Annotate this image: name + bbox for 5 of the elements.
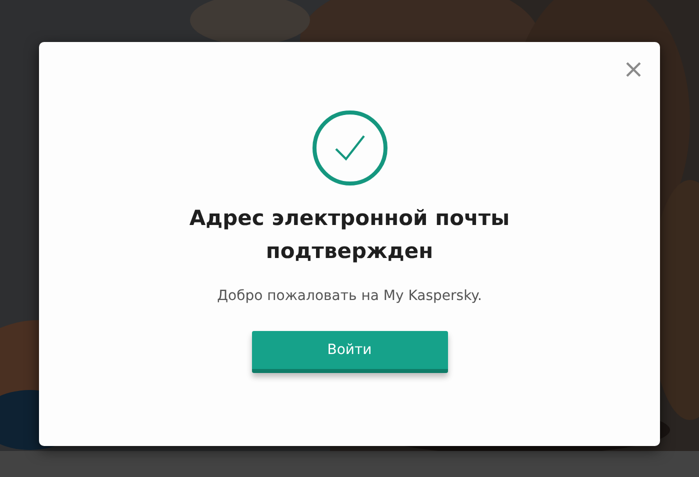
- login-button[interactable]: Войти: [252, 331, 448, 373]
- check-circle-icon: [312, 110, 388, 186]
- dialog-title: Адрес электронной почты подтвержден: [188, 205, 511, 265]
- welcome-message: Добро пожаловать на My Kaspersky.: [217, 288, 482, 304]
- close-icon[interactable]: [625, 61, 642, 78]
